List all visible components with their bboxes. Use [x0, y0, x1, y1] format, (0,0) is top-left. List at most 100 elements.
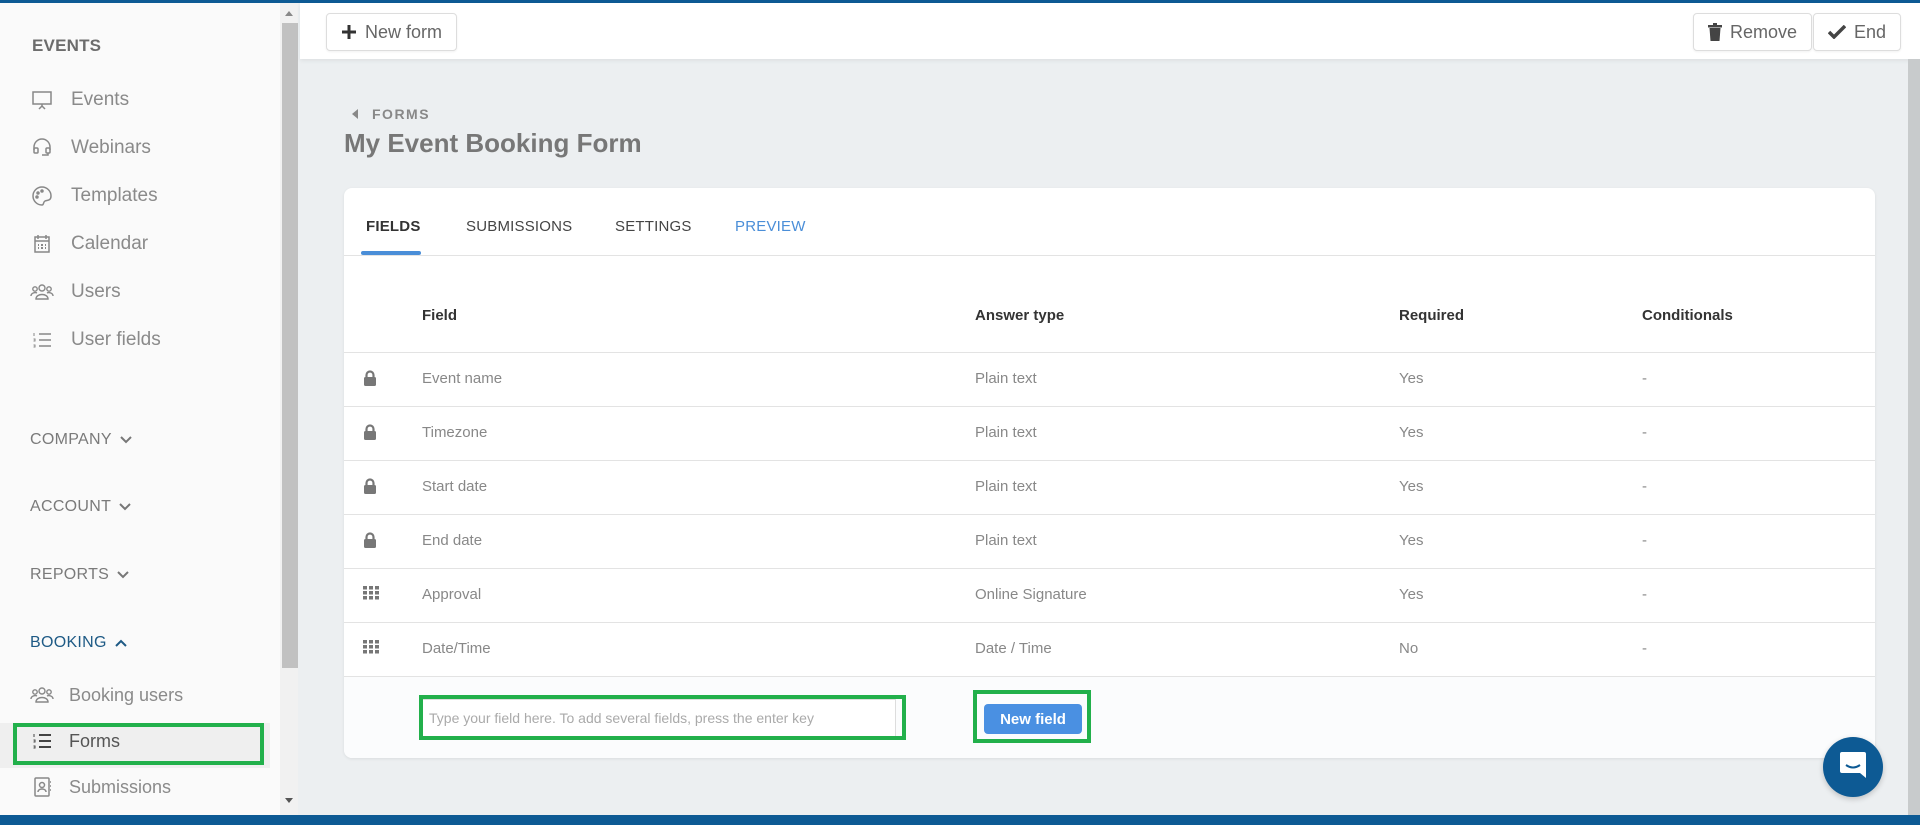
remove-button[interactable]: Remove	[1693, 13, 1813, 51]
conditionals-value: -	[1642, 640, 1647, 657]
sidebar-section-booking[interactable]: BOOKING	[30, 634, 127, 652]
palette-icon	[30, 184, 54, 208]
conditionals-value: -	[1642, 478, 1647, 495]
chat-icon	[1839, 750, 1867, 785]
sidebar-item-users[interactable]: Users	[30, 277, 121, 307]
caret-left-icon	[352, 106, 358, 122]
required-value: Yes	[1399, 424, 1424, 441]
end-label: End	[1854, 21, 1887, 42]
section-label: ACCOUNT	[30, 498, 112, 515]
table-row[interactable]: End date Plain text Yes -	[344, 514, 1875, 568]
conditionals-value: -	[1642, 532, 1647, 549]
section-label: BOOKING	[30, 634, 107, 651]
sidebar-item-label: Users	[71, 281, 121, 302]
scroll-up-arrow-icon[interactable]	[285, 11, 293, 16]
sidebar-item-user-fields[interactable]: User fields	[30, 325, 161, 355]
button-highlight-box	[973, 690, 1091, 743]
tab-fields[interactable]: FIELDS	[366, 218, 421, 235]
sidebar-item-label: Calendar	[71, 233, 149, 254]
answer-type: Date / Time	[975, 640, 1052, 657]
answer-type: Plain text	[975, 532, 1037, 549]
table-row[interactable]: Timezone Plain text Yes -	[344, 406, 1875, 460]
sidebar-section-reports[interactable]: REPORTS	[30, 566, 129, 584]
bottom-accent-bar	[0, 815, 1920, 825]
lock-icon	[363, 370, 379, 386]
table-row[interactable]: Date/Time Date / Time No -	[344, 622, 1875, 676]
page-title: My Event Booking Form	[344, 128, 642, 158]
answer-type: Plain text	[975, 478, 1037, 495]
remove-label: Remove	[1730, 21, 1798, 42]
sidebar-item-label: Booking users	[69, 684, 184, 705]
sidebar-item-label: Submissions	[69, 776, 172, 797]
input-highlight-box	[419, 695, 906, 740]
chevron-up-icon	[115, 634, 127, 652]
presentation-icon	[30, 88, 54, 112]
top-toolbar: New form Remove End	[300, 3, 1920, 59]
numbered-list-icon	[30, 328, 54, 352]
column-header-required: Required	[1399, 307, 1465, 324]
end-button[interactable]: End	[1813, 13, 1902, 51]
check-icon	[1828, 25, 1846, 39]
active-tab-indicator	[361, 251, 421, 255]
column-header-conditionals: Conditionals	[1642, 307, 1733, 324]
chat-launcher-button[interactable]	[1823, 737, 1883, 797]
calendar-icon	[30, 232, 54, 256]
breadcrumb-forms[interactable]: FORMS	[372, 106, 430, 122]
sidebar-item-calendar[interactable]: Calendar	[30, 229, 148, 259]
column-header-answer-type: Answer type	[975, 307, 1065, 324]
tab-settings[interactable]: SETTINGS	[615, 218, 692, 235]
users-icon	[30, 683, 54, 707]
field-name: Timezone	[422, 424, 488, 441]
new-form-label: New form	[365, 21, 443, 42]
tab-bar: FIELDS SUBMISSIONS SETTINGS PREVIEW	[344, 188, 1875, 256]
sidebar-scrollbar[interactable]	[280, 3, 298, 815]
table-row[interactable]: Event name Plain text Yes -	[344, 352, 1875, 406]
conditionals-value: -	[1642, 424, 1647, 441]
section-label: REPORTS	[30, 566, 110, 583]
plus-icon	[341, 24, 357, 40]
table-row[interactable]: Approval Online Signature Yes -	[344, 568, 1875, 622]
contact-card-icon	[30, 775, 54, 799]
lock-icon	[363, 478, 379, 494]
tab-preview[interactable]: PREVIEW	[735, 218, 806, 235]
required-value: Yes	[1399, 532, 1424, 549]
drag-grid-icon[interactable]	[363, 586, 379, 602]
lock-icon	[363, 532, 379, 548]
sidebar-section-company[interactable]: COMPANY	[30, 431, 132, 449]
scroll-down-arrow-icon[interactable]	[285, 798, 293, 803]
forms-highlight-box	[13, 723, 264, 765]
section-label: COMPANY	[30, 431, 112, 448]
column-header-field: Field	[422, 307, 458, 324]
conditionals-value: -	[1642, 370, 1647, 387]
tab-submissions[interactable]: SUBMISSIONS	[466, 218, 572, 235]
required-value: No	[1399, 640, 1419, 657]
field-name: End date	[422, 532, 483, 549]
table-row[interactable]: Start date Plain text Yes -	[344, 460, 1875, 514]
answer-type: Online Signature	[975, 586, 1087, 603]
sidebar-item-submissions[interactable]: Submissions	[30, 772, 171, 802]
sidebar-item-label: Webinars	[71, 137, 151, 158]
new-form-button[interactable]: New form	[326, 13, 458, 51]
drag-grid-icon[interactable]	[363, 640, 379, 656]
answer-type: Plain text	[975, 370, 1037, 387]
sidebar-item-events[interactable]: Events	[30, 85, 129, 115]
field-name: Date/Time	[422, 640, 491, 657]
chevron-down-icon	[119, 498, 131, 516]
required-value: Yes	[1399, 586, 1424, 603]
sidebar: EVENTS Events Webinars Templates Calenda…	[0, 3, 280, 815]
required-value: Yes	[1399, 370, 1424, 387]
sidebar-heading-events: EVENTS	[32, 36, 102, 55]
breadcrumb[interactable]: FORMS	[352, 106, 430, 122]
main-scrollbar[interactable]	[1908, 59, 1920, 815]
sidebar-item-booking-users[interactable]: Booking users	[30, 680, 183, 710]
answer-type: Plain text	[975, 424, 1037, 441]
chevron-down-icon	[120, 431, 132, 449]
field-name: Start date	[422, 478, 488, 495]
sidebar-scrollbar-thumb[interactable]	[282, 23, 298, 668]
sidebar-item-label: Events	[71, 89, 130, 110]
field-name: Event name	[422, 370, 503, 387]
field-name: Approval	[422, 586, 482, 603]
sidebar-section-account[interactable]: ACCOUNT	[30, 498, 131, 516]
sidebar-item-webinars[interactable]: Webinars	[30, 133, 151, 163]
sidebar-item-templates[interactable]: Templates	[30, 181, 158, 211]
